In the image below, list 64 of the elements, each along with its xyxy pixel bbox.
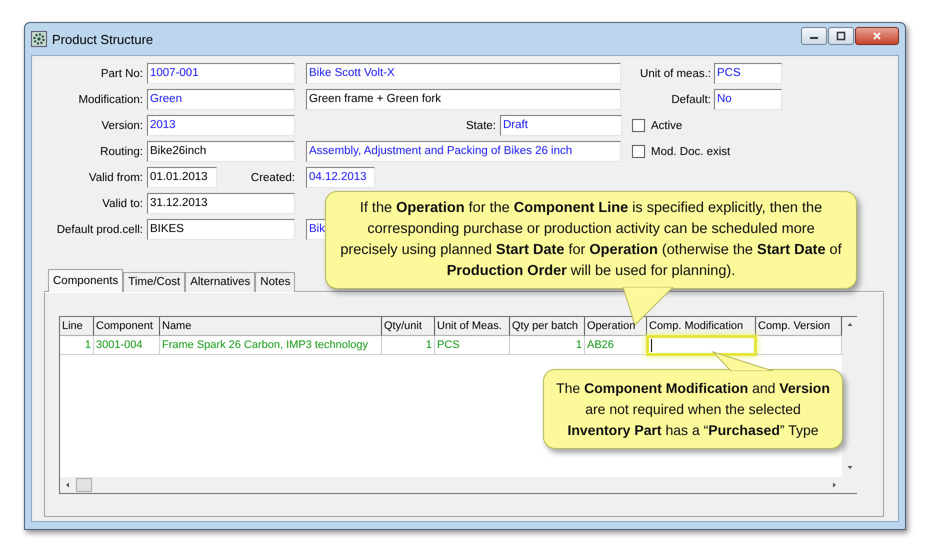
checkbox[interactable] [632,145,645,158]
table-cell: 1 [510,336,585,355]
field-label: Routing: [99,146,144,158]
field-label: Default: [670,94,712,106]
field-label: Created: [250,172,296,184]
checkbox-label: Mod. Doc. exist [651,146,730,158]
input-field[interactable]: 31.12.2013 [147,193,295,214]
field-label: Modification: [77,94,144,106]
input-field[interactable]: PCS [714,63,782,84]
column-header[interactable]: Qty/unit [382,317,435,336]
vertical-scrollbar[interactable] [842,317,858,493]
checkbox-label: Active [651,120,682,132]
date-field[interactable]: 04.12.2013 [306,167,375,188]
table-cell: 3001-004 [94,336,160,355]
maximize-button[interactable] [828,27,854,45]
table-cell: 1 [60,336,94,355]
table-cell: Frame Spark 26 Carbon, IMP3 technology [160,336,382,355]
scroll-down-icon[interactable] [846,463,854,471]
input-field[interactable]: BIKES [147,219,295,240]
gear-icon [31,31,47,47]
window-title: Product Structure [52,32,154,46]
column-header[interactable]: Comp. Version [756,317,842,336]
table-cell: AB26 [585,336,647,355]
field-label: State: [466,120,497,132]
scroll-up-icon[interactable] [846,321,854,329]
column-header[interactable]: Comp. Modification [647,317,756,336]
field-label: Part No: [100,68,144,80]
tab[interactable]: Time/Cost [123,272,186,292]
input-field[interactable]: Green [147,89,295,110]
close-icon [872,31,882,41]
state-field[interactable]: Draft [500,115,622,136]
column-header[interactable]: Operation [585,317,647,336]
scroll-thumb[interactable] [76,478,92,492]
column-header[interactable]: Name [160,317,382,336]
input-field[interactable]: 2013 [147,115,295,136]
description-field[interactable]: Green frame + Green fork [306,89,621,110]
description-field[interactable]: Assembly, Adjustment and Packing of Bikes 26 inch [306,141,621,162]
active-cell[interactable] [647,336,756,355]
minimize-button[interactable] [801,27,827,45]
input-field[interactable]: 01.01.2013 [147,167,217,188]
field-label: Valid to: [101,198,144,210]
field-label: Valid from: [88,172,144,184]
tab[interactable]: Notes [255,272,296,292]
horizontal-scrollbar[interactable] [60,477,842,493]
close-button[interactable] [855,27,899,45]
column-header[interactable]: Line [60,317,94,336]
field-label: Unit of meas.: [639,68,712,80]
column-header[interactable]: Qty per batch [510,317,585,336]
description-field[interactable]: Bike Scott Volt-X [306,63,621,84]
table-cell: PCS [435,336,510,355]
checkbox[interactable] [632,119,645,132]
tab[interactable]: Components [48,269,124,292]
input-field[interactable]: No [714,89,782,110]
maximize-icon [836,31,846,41]
input-field[interactable]: 1007-001 [147,63,295,84]
column-header[interactable]: Unit of Meas. [435,317,510,336]
field-label: Version: [100,120,144,132]
column-header[interactable]: Component [94,317,160,336]
field-label: Default prod.cell: [56,224,144,236]
scroll-right-icon[interactable] [830,481,838,489]
input-field[interactable]: Bike26inch [147,141,295,162]
scroll-left-icon[interactable] [64,481,72,489]
table-cell: 1 [382,336,435,355]
tab[interactable]: Alternatives [185,272,256,292]
